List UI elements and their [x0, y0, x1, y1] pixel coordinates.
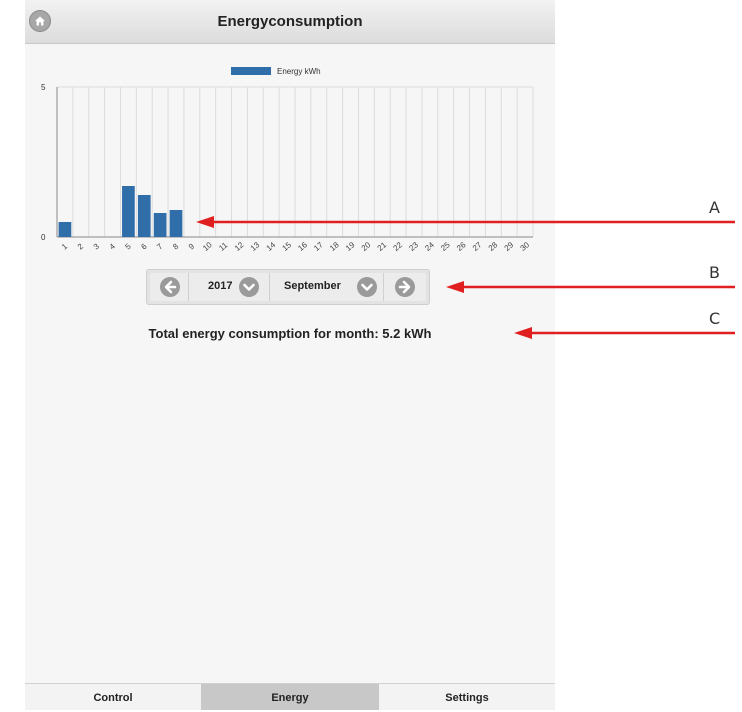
x-tick-label: 30 [518, 240, 531, 253]
year-dropdown-button[interactable] [239, 277, 259, 297]
x-tick-label: 29 [503, 240, 516, 253]
callout-c-label: C [709, 309, 721, 328]
x-tick-label: 19 [344, 240, 357, 253]
x-tick-label: 14 [265, 240, 278, 253]
tab-control[interactable]: Control [25, 684, 201, 710]
bar [153, 213, 167, 237]
x-tick-label: 2 [76, 241, 86, 251]
x-tick-label: 20 [360, 240, 373, 253]
callout-b-label: B [709, 263, 720, 282]
x-tick-label: 18 [328, 240, 341, 253]
chevron-down-icon [243, 283, 255, 291]
monthly-total-text: Total energy consumption for month: 5.2 … [148, 326, 432, 341]
x-tick-label: 10 [201, 240, 214, 253]
x-tick-label: 3 [92, 241, 102, 251]
bar [58, 222, 72, 237]
bar [169, 210, 183, 237]
app-window: Energyconsumption 0 5 1 2 3 4 5 6 7 8 9 10 11 12 13 14 1… [25, 0, 555, 710]
x-tick-label: 23 [407, 240, 420, 253]
x-tick-label: 15 [280, 240, 293, 253]
energy-chart: 051 2 3 4 5 6 7 8 9 10 11 12 13 14 15 16 17 18 19 20 21 22 23 2… [41, 67, 534, 253]
page-title: Energyconsumption [217, 13, 363, 30]
prev-segment [150, 273, 189, 301]
x-tick-label: 22 [392, 240, 405, 253]
month-dropdown-button[interactable] [357, 277, 377, 297]
arrow-right-icon [398, 280, 411, 294]
month-select[interactable]: September [270, 273, 384, 301]
x-tick-label: 24 [423, 240, 436, 253]
x-tick-label: 21 [376, 240, 389, 253]
callout-a-label: A [709, 198, 720, 217]
x-tick-label: 8 [171, 241, 181, 251]
header-bar: Energyconsumption [25, 0, 555, 44]
y-tick-label: 0 [41, 233, 46, 242]
chevron-down-icon [361, 283, 373, 291]
x-tick-label: 4 [108, 241, 118, 251]
x-tick-label: 28 [487, 240, 500, 253]
y-tick-label: 5 [41, 83, 46, 92]
year-value: 2017 [208, 280, 233, 292]
x-tick-label: 27 [471, 240, 484, 253]
bar [137, 195, 151, 237]
x-tick-label: 11 [217, 240, 230, 253]
x-tick-label: 16 [296, 240, 309, 253]
date-navigator: 2017 September [146, 269, 430, 305]
tab-energy[interactable]: Energy [201, 684, 379, 710]
x-tick-label: 12 [233, 240, 246, 253]
x-tick-label: 9 [187, 241, 197, 251]
bar [122, 186, 135, 237]
legend-swatch [231, 67, 271, 75]
x-tick-label: 26 [455, 240, 468, 253]
x-tick-label: 1 [60, 241, 70, 251]
x-tick-label: 5 [123, 241, 133, 251]
tab-settings[interactable]: Settings [379, 684, 555, 710]
tab-bar: Control Energy Settings [25, 683, 555, 710]
next-month-button[interactable] [395, 277, 415, 297]
prev-month-button[interactable] [160, 277, 180, 297]
x-tick-label: 25 [439, 240, 452, 253]
x-tick-label: 7 [155, 241, 165, 251]
x-tick-label: 6 [139, 241, 149, 251]
month-value: September [284, 280, 341, 292]
arrow-left-icon [164, 280, 177, 294]
next-segment [384, 273, 426, 301]
x-tick-label: 13 [249, 240, 262, 253]
x-tick-label: 17 [312, 240, 325, 253]
year-select[interactable]: 2017 [189, 273, 270, 301]
legend-label: Energy kWh [277, 67, 321, 76]
